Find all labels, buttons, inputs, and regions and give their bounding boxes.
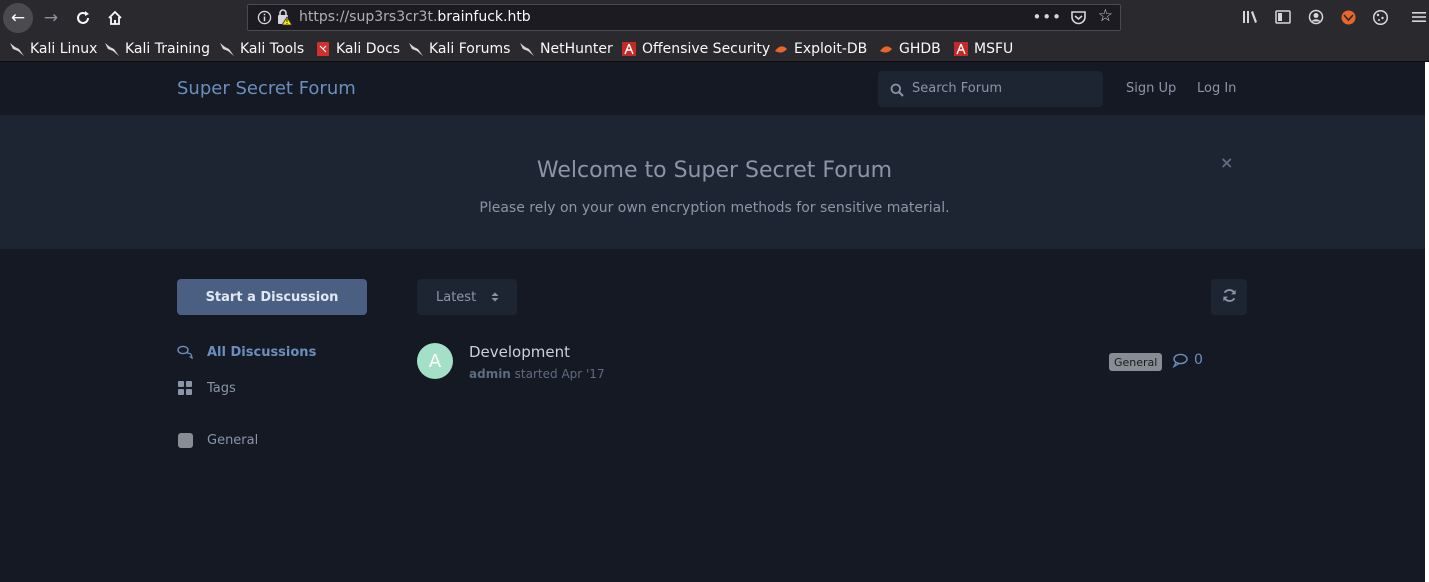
bookmark-ghdb[interactable]: GHDB (878, 39, 941, 59)
comments-icon (177, 344, 193, 360)
search-icon (890, 82, 904, 97)
bookmark-kali-training[interactable]: Kali Training (104, 39, 210, 59)
insecure-lock-icon[interactable] (276, 8, 293, 26)
hamburger-menu-icon[interactable] (1409, 7, 1429, 27)
exploitdb-icon (773, 41, 789, 57)
bookmark-label: Kali Training (125, 41, 210, 57)
offsec-icon (621, 41, 637, 57)
kali-dragon-icon (219, 41, 235, 57)
kali-docs-icon (315, 41, 331, 57)
avatar[interactable]: A (417, 343, 453, 379)
bookmark-label: GHDB (899, 41, 941, 57)
foxyproxy-icon[interactable] (1338, 7, 1358, 27)
sidebar-toggle-icon[interactable] (1273, 7, 1293, 27)
search-input[interactable]: Search Forum (878, 71, 1103, 107)
refresh-button[interactable] (1211, 279, 1247, 315)
sidebar-item-label: General (207, 432, 259, 448)
tag-badge[interactable]: General (1109, 353, 1163, 371)
discussion-started: started Apr '17 (510, 367, 605, 381)
kali-dragon-icon (104, 41, 120, 57)
bookmark-star-icon[interactable]: ☆ (1098, 6, 1113, 26)
forward-arrow-icon[interactable]: → (36, 3, 66, 33)
bookmark-label: Kali Forums (429, 41, 511, 57)
bookmark-label: NetHunter (540, 41, 613, 57)
discussion-list-item[interactable]: A Development admin started Apr '17 Gene… (417, 343, 1247, 383)
sign-up-link[interactable]: Sign Up (1126, 81, 1176, 96)
sort-label: Latest (436, 289, 477, 305)
cookie-icon[interactable] (1370, 7, 1390, 27)
page-actions-icon[interactable]: ••• (1032, 8, 1062, 26)
forum-header: Super Secret Forum Search Forum Sign Up … (0, 62, 1429, 115)
tags-grid-icon (177, 380, 193, 396)
reply-count: 0 (1194, 352, 1203, 368)
bookmark-label: Offensive Security (642, 41, 771, 57)
hero-title: Welcome to Super Secret Forum (536, 158, 893, 183)
bookmark-label: Kali Docs (336, 41, 401, 57)
hero-subtitle: Please rely on your own encryption metho… (479, 200, 950, 216)
offsec-icon (953, 41, 969, 57)
bookmark-exploit-db[interactable]: Exploit-DB (773, 39, 867, 59)
kali-dragon-icon (519, 41, 535, 57)
forum-page: Super Secret Forum Search Forum Sign Up … (0, 62, 1429, 582)
bookmark-label: MSFU (974, 41, 1014, 57)
forum-brand[interactable]: Super Secret Forum (177, 78, 356, 99)
url-text[interactable]: https://sup3rs3cr3t.brainfuck.htb (299, 9, 531, 25)
kali-dragon-icon (9, 41, 25, 57)
search-placeholder: Search Forum (912, 81, 1003, 96)
kali-dragon-icon (408, 41, 424, 57)
reload-icon[interactable] (68, 3, 98, 33)
browser-toolbar: ← → https://sup3rs3cr3t.brainfuck.htb ••… (0, 0, 1429, 35)
bookmark-offensive-security[interactable]: Offensive Security (621, 39, 770, 59)
library-icon[interactable] (1241, 7, 1261, 27)
bookmark-kali-forums[interactable]: Kali Forums (408, 39, 510, 59)
bookmark-kali-linux[interactable]: Kali Linux (9, 39, 97, 59)
discussion-author[interactable]: admin (469, 367, 511, 381)
exploitdb-icon (878, 41, 894, 57)
tag-swatch-icon (177, 432, 193, 448)
back-arrow-icon[interactable]: ← (3, 3, 33, 33)
welcome-hero: Welcome to Super Secret Forum Please rel… (0, 115, 1429, 249)
sidebar-item-label: Tags (207, 380, 236, 396)
info-icon[interactable] (256, 9, 273, 26)
scrollbar[interactable] (1425, 62, 1429, 582)
home-icon[interactable] (100, 3, 130, 33)
sidebar-item-tags[interactable]: Tags (177, 378, 236, 398)
bookmark-kali-tools[interactable]: Kali Tools (219, 39, 304, 59)
sidebar-item-label: All Discussions (207, 344, 317, 360)
log-in-link[interactable]: Log In (1197, 81, 1236, 96)
comment-icon (1172, 353, 1188, 369)
bookmark-msfu[interactable]: MSFU (953, 39, 1013, 59)
bookmark-label: Kali Tools (240, 41, 305, 57)
sort-caret-icon (490, 290, 500, 304)
discussion-meta: admin started Apr '17 (469, 367, 605, 381)
close-icon[interactable]: × (1220, 153, 1233, 172)
pocket-icon[interactable] (1070, 9, 1087, 26)
url-bar[interactable]: https://sup3rs3cr3t.brainfuck.htb ••• ☆ (247, 4, 1121, 31)
refresh-icon (1222, 288, 1237, 307)
bookmark-label: Exploit-DB (794, 41, 868, 57)
bookmarks-toolbar: Kali Linux Kali Training Kali Tools Kali… (0, 35, 1429, 62)
sidebar-item-general[interactable]: General (177, 430, 258, 450)
sort-dropdown[interactable]: Latest (417, 279, 517, 315)
bookmark-nethunter[interactable]: NetHunter (519, 39, 613, 59)
bookmark-kali-docs[interactable]: Kali Docs (315, 39, 400, 59)
discussion-title[interactable]: Development (469, 343, 570, 361)
account-icon[interactable] (1306, 7, 1326, 27)
start-discussion-button[interactable]: Start a Discussion (177, 279, 367, 315)
sidebar-item-all-discussions[interactable]: All Discussions (177, 342, 316, 362)
url-host: brainfuck.htb (437, 9, 531, 25)
url-prefix: https://sup3rs3cr3t. (299, 9, 438, 25)
bookmark-label: Kali Linux (30, 41, 98, 57)
